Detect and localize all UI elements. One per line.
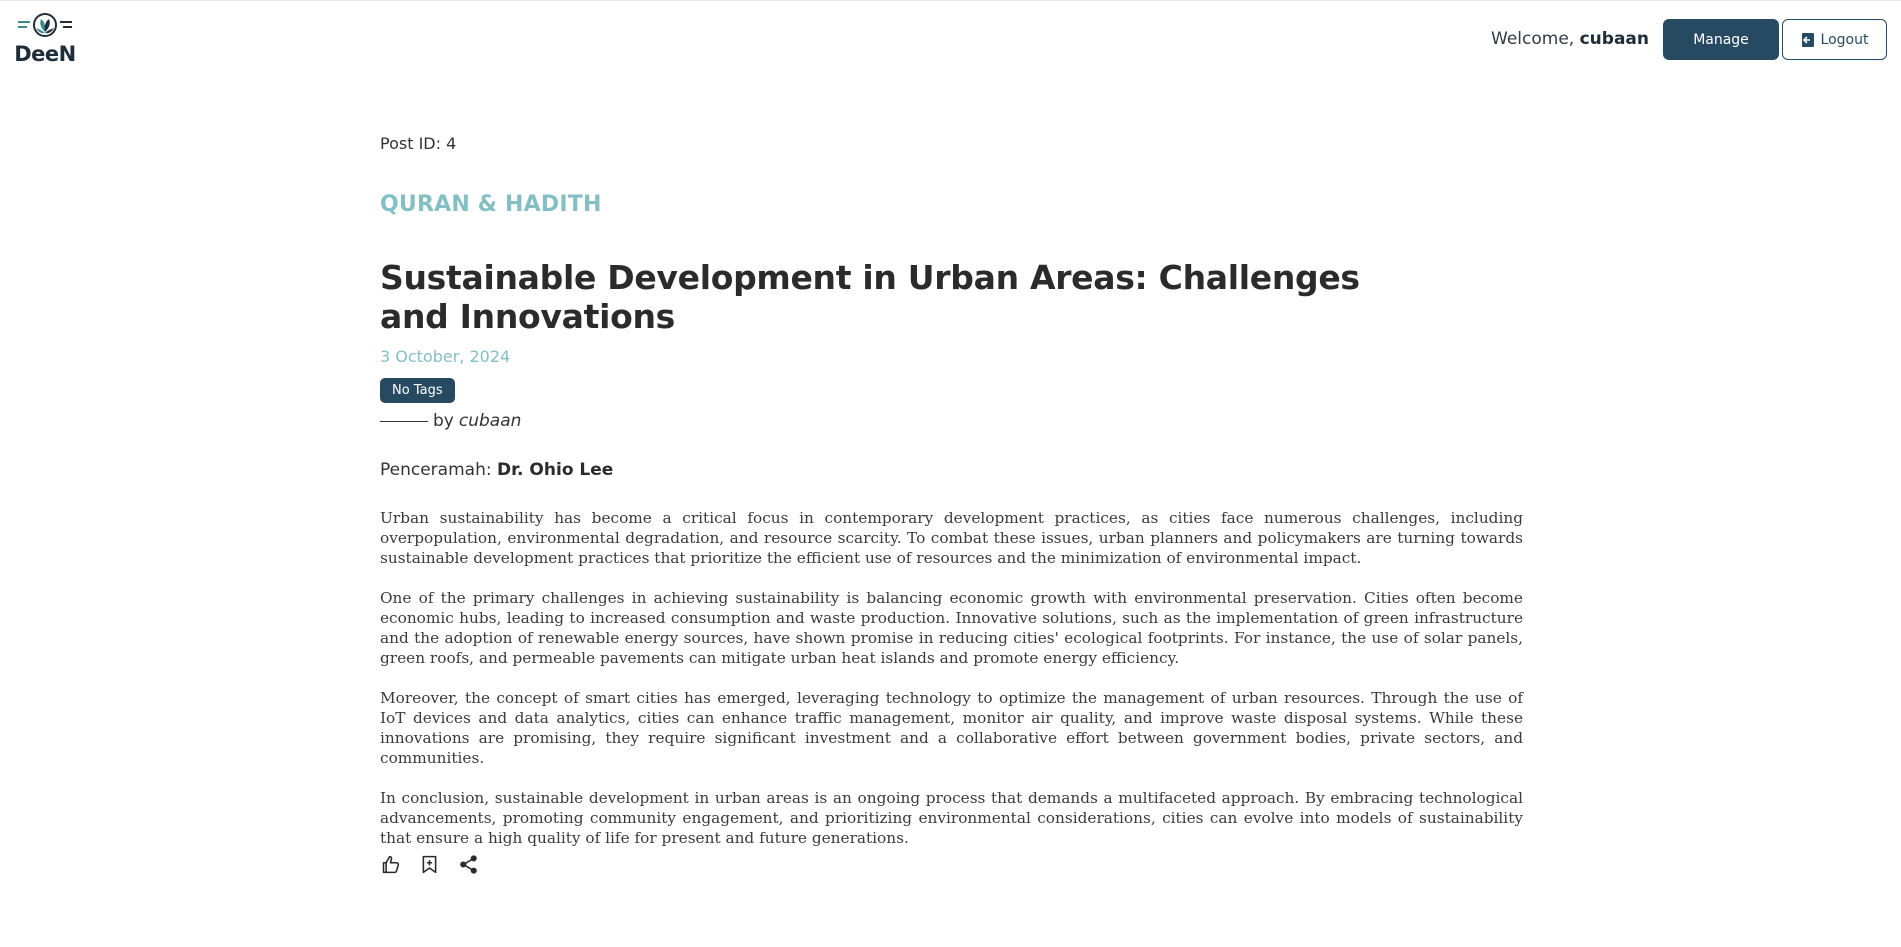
logout-label: Logout xyxy=(1820,31,1869,48)
author-name: cubaan xyxy=(458,411,522,431)
logo-text: DeeN xyxy=(14,42,76,66)
post-title: Sustainable Development in Urban Areas: … xyxy=(380,258,1360,336)
share-icon[interactable] xyxy=(458,854,479,875)
post-id: Post ID: 4 xyxy=(380,134,457,153)
body-paragraph: In conclusion, sustainable development i… xyxy=(380,789,1523,847)
byline-label: by xyxy=(433,411,454,431)
speaker-label: Penceramah: xyxy=(380,460,492,480)
speaker-name: Dr. Ohio Lee xyxy=(496,460,614,480)
bookmark-add-icon[interactable] xyxy=(419,854,440,875)
tag-badge[interactable]: No Tags xyxy=(380,378,455,403)
navbar: DeeN Welcome, cubaan Manage Logout xyxy=(0,0,1901,80)
body-paragraph: Moreover, the concept of smart cities ha… xyxy=(380,689,1523,767)
body-paragraph: One of the primary challenges in achievi… xyxy=(380,589,1523,667)
leaf-logo-icon xyxy=(18,13,72,37)
post-date: 3 October, 2024 xyxy=(380,347,511,366)
byline-divider xyxy=(380,420,428,422)
manage-label: Manage xyxy=(1693,31,1749,48)
body-paragraph: Urban sustainability has become a critic… xyxy=(380,509,1523,567)
post-body: Urban sustainability has become a critic… xyxy=(380,508,1523,868)
thumbs-up-icon[interactable] xyxy=(380,854,401,875)
logo[interactable]: DeeN xyxy=(14,12,76,66)
logout-icon xyxy=(1801,32,1814,47)
welcome-message: Welcome, cubaan xyxy=(1491,29,1649,49)
manage-button[interactable]: Manage xyxy=(1663,19,1779,60)
speaker: Penceramah: Dr. Ohio Lee xyxy=(380,460,613,480)
welcome-username: cubaan xyxy=(1579,29,1649,49)
post-category[interactable]: QURAN & HADITH xyxy=(380,192,602,217)
byline: by cubaan xyxy=(380,411,521,431)
logout-button[interactable]: Logout xyxy=(1782,19,1887,60)
welcome-prefix: Welcome, xyxy=(1491,29,1580,49)
post-actions xyxy=(380,854,479,875)
